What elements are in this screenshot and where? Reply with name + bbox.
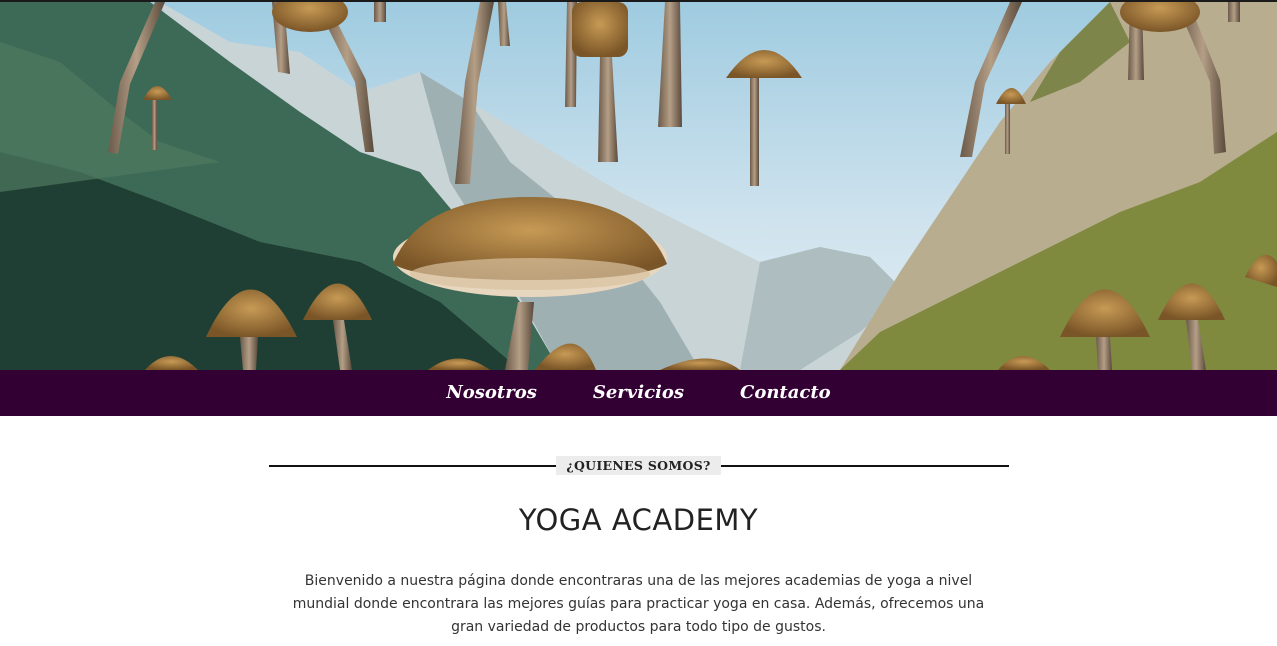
- intro-paragraph: Bienvenido a nuestra página donde encont…: [292, 573, 985, 635]
- nav-link-contacto[interactable]: Contacto: [712, 370, 859, 416]
- section-eyebrow: ¿QUIENES SOMOS?: [556, 456, 721, 475]
- nav-link-servicios[interactable]: Servicios: [565, 370, 712, 416]
- hero-illustration: [0, 2, 1277, 370]
- nav-link-nosotros[interactable]: Nosotros: [418, 370, 565, 416]
- main-navigation: Nosotros Servicios Contacto: [0, 370, 1277, 416]
- hero-banner: [0, 2, 1277, 370]
- section-eyebrow-divider: ¿QUIENES SOMOS?: [268, 455, 1009, 477]
- page-title: YOGA ACADEMY: [518, 503, 759, 537]
- main-content: ¿QUIENES SOMOS? YOGA ACADEMY Bienvenido …: [0, 455, 1277, 639]
